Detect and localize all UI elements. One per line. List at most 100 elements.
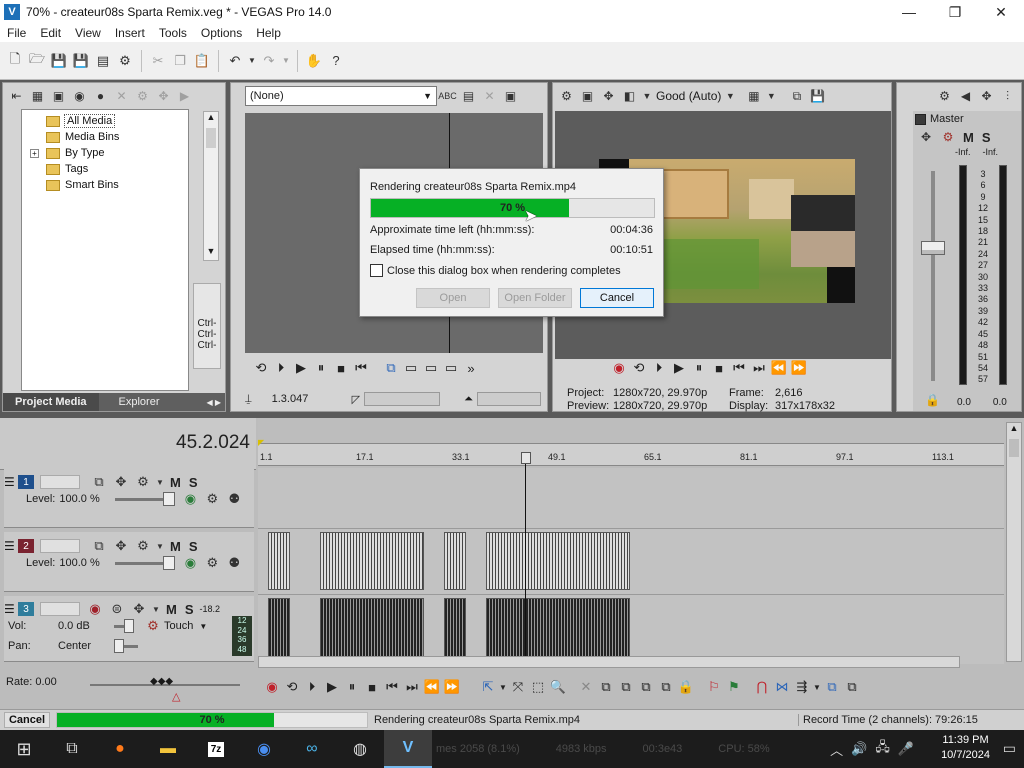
video-event[interactable] bbox=[486, 532, 630, 590]
pause-icon[interactable]: ⏸ bbox=[342, 678, 362, 696]
track-lanes[interactable] bbox=[258, 454, 1004, 664]
marker-bar[interactable]: ◤ bbox=[258, 418, 1004, 447]
lock-icon[interactable]: 🔒 bbox=[676, 678, 696, 696]
track-mute-button[interactable]: M bbox=[170, 539, 181, 554]
render-as-icon[interactable]: ▤ bbox=[94, 52, 112, 70]
lock-envelopes-icon[interactable]: ⧉ bbox=[822, 678, 842, 696]
parent-mode-icon[interactable]: ⚙ bbox=[203, 490, 221, 508]
trimmer-media-dropdown[interactable]: (None) ▼ bbox=[245, 86, 437, 106]
insert-region-icon[interactable]: ⚑ bbox=[724, 678, 744, 696]
minimize-button[interactable]: — bbox=[886, 0, 932, 24]
track-motion-icon[interactable]: ⧉ bbox=[90, 473, 108, 491]
master-mute-button[interactable]: M bbox=[963, 130, 974, 145]
parent-mode-icon[interactable]: ⚙ bbox=[203, 554, 221, 572]
save-as-icon[interactable]: 💾 bbox=[72, 52, 90, 70]
track-minimize-icon[interactable]: ☰ bbox=[4, 475, 18, 489]
scroll-up-icon[interactable]: ▲ bbox=[1007, 423, 1021, 437]
volume-slider[interactable] bbox=[114, 618, 134, 633]
undo-icon[interactable]: ↶ bbox=[226, 52, 244, 70]
remove-media-icon[interactable]: ✕ bbox=[113, 88, 130, 105]
tree-item-tags[interactable]: Tags bbox=[26, 161, 188, 177]
play-from-start-icon[interactable]: ⏵ bbox=[649, 359, 669, 377]
auto-ripple-dropdown-icon[interactable]: ▼ bbox=[812, 678, 822, 696]
open-folder-button[interactable]: Open Folder bbox=[498, 288, 572, 308]
audio-event[interactable] bbox=[486, 598, 630, 660]
video-event[interactable] bbox=[320, 532, 424, 590]
split-icon[interactable]: ⧉ bbox=[656, 678, 676, 696]
microphone-icon[interactable]: 🎤 bbox=[898, 741, 914, 757]
track-composite-icon[interactable]: ▼ bbox=[156, 537, 164, 555]
track-composite-icon[interactable]: ▼ bbox=[156, 473, 164, 491]
play-icon[interactable]: ▶ bbox=[322, 678, 342, 696]
chevron-up-icon[interactable]: ︿ bbox=[830, 740, 843, 759]
pause-icon[interactable]: ⏸ bbox=[689, 359, 709, 377]
expand-icon[interactable]: + bbox=[30, 148, 39, 158]
new-project-icon[interactable]: 🗋 bbox=[6, 51, 24, 70]
trimmer-options-icon[interactable]: ▣ bbox=[502, 88, 519, 105]
preview-quality-dropdown-icon[interactable]: ▼ bbox=[642, 88, 652, 105]
loop-playback-icon[interactable]: ⟲ bbox=[251, 359, 271, 377]
selection-length-icon[interactable]: ⏶ bbox=[464, 393, 473, 406]
timeline-horizontal-scrollbar[interactable] bbox=[258, 656, 960, 668]
master-solo-button[interactable]: S bbox=[982, 130, 991, 145]
network-icon[interactable]: 🖧 bbox=[875, 738, 890, 760]
lock-icon[interactable]: 🔒 bbox=[925, 393, 940, 407]
track-name-field[interactable] bbox=[40, 602, 80, 616]
tab-scroll-arrows[interactable]: ◀ ▶ bbox=[202, 393, 225, 411]
views-icon[interactable]: ▶ bbox=[176, 88, 193, 105]
track-solo-button[interactable]: S bbox=[189, 475, 198, 490]
trim-icon[interactable]: ⧉ bbox=[596, 678, 616, 696]
extract-audio-icon[interactable]: ◉ bbox=[71, 88, 88, 105]
media-generators-icon[interactable]: ✥ bbox=[155, 88, 172, 105]
timeline-ruler[interactable]: 1.1 17.1 33.1 49.1 65.1 81.1 97.1 113.1 bbox=[258, 444, 1004, 466]
level-slider[interactable] bbox=[115, 555, 176, 570]
trim-start-icon[interactable]: ⧉ bbox=[616, 678, 636, 696]
mixer-properties-icon[interactable]: ⚙ bbox=[936, 88, 953, 105]
edit-tool-dropdown-icon[interactable]: ▼ bbox=[498, 678, 508, 696]
quality-chevron-icon[interactable]: ▼ bbox=[725, 88, 735, 105]
task-view-icon[interactable]: ⧉ bbox=[48, 730, 96, 768]
track-fx-dropdown-icon[interactable]: ▼ bbox=[152, 600, 160, 618]
mixer-faders-icon[interactable]: ⫶ bbox=[999, 88, 1016, 105]
preview-quality-dropdown[interactable]: Good (Auto) bbox=[656, 89, 721, 103]
file-explorer-icon[interactable]: ▬ bbox=[144, 730, 192, 768]
status-cancel-button[interactable]: Cancel bbox=[4, 712, 50, 728]
menu-view[interactable]: View bbox=[68, 26, 108, 40]
copy-icon[interactable]: ❐ bbox=[171, 52, 189, 70]
next-frame-icon[interactable]: ⏩ bbox=[789, 359, 809, 377]
auto-ripple-icon[interactable]: ⇶ bbox=[792, 678, 812, 696]
open-folder-icon[interactable]: 🗁 bbox=[28, 51, 46, 70]
trimmer-tools-icon[interactable]: ▤ bbox=[460, 88, 477, 105]
add-to-timeline-before-icon[interactable]: ▭ bbox=[401, 359, 421, 377]
menu-file[interactable]: File bbox=[0, 26, 33, 40]
out-point-icon[interactable]: ◸ bbox=[352, 393, 360, 406]
loop-playback-icon[interactable]: ⟲ bbox=[629, 359, 649, 377]
copy-snapshot-icon[interactable]: ⧉ bbox=[788, 88, 805, 105]
trimmer-close-icon[interactable]: ✕ bbox=[481, 88, 498, 105]
previous-frame-icon[interactable]: ⏪ bbox=[769, 359, 789, 377]
timeline-cursor[interactable] bbox=[525, 454, 526, 664]
menu-options[interactable]: Options bbox=[194, 26, 249, 40]
close-button[interactable]: ✕ bbox=[978, 0, 1024, 24]
child-mode-icon[interactable]: ⚉ bbox=[225, 490, 243, 508]
open-button[interactable]: Open bbox=[416, 288, 490, 308]
redo-dropdown-icon[interactable]: ▼ bbox=[282, 52, 290, 70]
stop-icon[interactable]: ■ bbox=[331, 359, 351, 377]
compositing-icon[interactable]: ◉ bbox=[181, 490, 199, 508]
trimmer-more-icon[interactable]: » bbox=[461, 359, 481, 377]
render-cancel-button[interactable]: Cancel bbox=[580, 288, 654, 308]
overlays-grid-icon[interactable]: ▦ bbox=[745, 88, 762, 105]
cut-icon[interactable]: ✂ bbox=[149, 52, 167, 70]
tree-item-all-media[interactable]: All Media bbox=[26, 113, 188, 129]
redo-icon[interactable]: ↷ bbox=[260, 52, 278, 70]
normal-edit-tool-icon[interactable]: ⇱ bbox=[478, 678, 498, 696]
track-mute-button[interactable]: M bbox=[166, 602, 177, 617]
taskbar-clock[interactable]: 11:39 PM 10/7/2024 bbox=[941, 733, 990, 763]
play-icon[interactable]: ▶ bbox=[669, 359, 689, 377]
go-to-start-icon[interactable]: ⏮ bbox=[729, 359, 749, 377]
scroll-up-icon[interactable]: ▲ bbox=[204, 112, 218, 126]
master-plugin-icon[interactable]: ⚙ bbox=[939, 128, 957, 146]
maximize-button[interactable]: ❐ bbox=[932, 0, 978, 24]
save-icon[interactable]: 💾 bbox=[50, 52, 68, 70]
video-event[interactable] bbox=[444, 532, 466, 590]
